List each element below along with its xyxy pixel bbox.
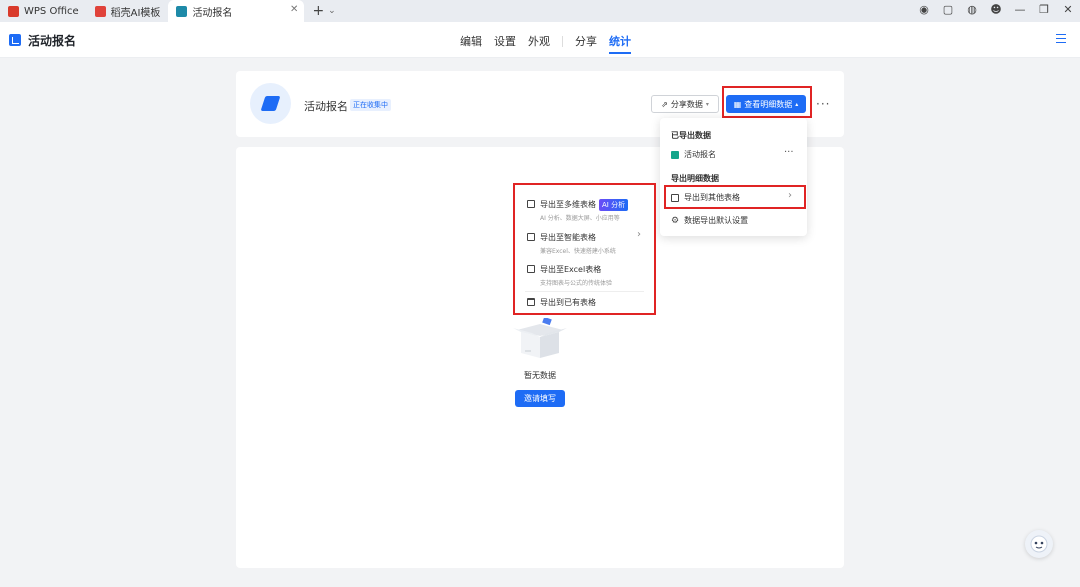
exported-item[interactable]: 活动报名 [671, 149, 716, 160]
empty-box-icon [513, 318, 567, 358]
multi-table-icon [527, 200, 535, 208]
skin-icon[interactable]: ◍ [966, 3, 978, 16]
status-badge: 正在收集中 [350, 99, 391, 111]
share-data-button[interactable]: ⇗ 分享数据 ▾ [651, 95, 719, 113]
app-title: 活动报名 [28, 34, 77, 48]
ai-analysis-badge: AI 分析 [599, 199, 629, 211]
form-cover-icon [250, 83, 291, 124]
invite-fill-button[interactable]: 邀请填写 [515, 390, 565, 407]
tab-label: WPS Office [24, 5, 79, 17]
wps-logo-icon [8, 5, 19, 17]
export-default-settings-item[interactable]: ⚙ 数据导出默认设置 [671, 215, 748, 226]
excel-desc: 支持图表与公式的传统体验 [540, 280, 613, 287]
restore-icon[interactable]: ❐ [1038, 3, 1050, 16]
chevron-right-icon: › [637, 229, 641, 240]
multi-table-desc: AI 分析、数据大屏、小应用等 [540, 215, 620, 222]
highlight-box-view-details [722, 86, 812, 118]
empty-state-label: 暂无数据 [524, 371, 556, 380]
form-name: 活动报名 [304, 100, 348, 113]
more-options-icon[interactable]: ··· [816, 97, 830, 111]
nav-stats[interactable]: 统计 [609, 33, 631, 54]
gear-icon: ⚙ [671, 215, 680, 226]
item-more-icon[interactable]: ··· [784, 147, 794, 158]
nav-edit[interactable]: 编辑 [460, 33, 482, 49]
share-icon: ⇗ [661, 99, 668, 109]
folder-icon [527, 298, 535, 306]
minimize-icon[interactable]: — [1014, 3, 1026, 16]
details-dropdown-menu: 已导出数据 活动报名 ··· 导出明细数据 导出到其他表格 › ⚙ 数据导出默认… [660, 118, 807, 236]
highlight-box-export-other [664, 185, 806, 209]
robot-face-icon [1030, 535, 1048, 553]
window-close-icon[interactable]: ✕ [1062, 3, 1074, 16]
tab-overview-icon[interactable]: ▢ [942, 3, 954, 16]
excel-icon [527, 265, 535, 273]
export-excel-item[interactable]: 导出至Excel表格 [540, 264, 601, 275]
docer-logo-icon [94, 5, 106, 17]
ai-assistant-icon[interactable]: ◉ [918, 3, 930, 16]
user-avatar-icon[interactable]: ☻ [990, 3, 1002, 16]
submenu-divider [525, 291, 644, 292]
nav-appearance[interactable]: 外观 [528, 33, 550, 49]
nav-settings[interactable]: 设置 [494, 33, 516, 49]
top-nav: 编辑 设置 外观 分享 统计 [460, 33, 643, 54]
export-multi-table-item[interactable]: 导出至多维表格 [540, 199, 596, 210]
tab-label: 稻壳AI模板 [110, 7, 161, 19]
export-submenu: 导出至多维表格 AI 分析 AI 分析、数据大屏、小应用等 导出至智能表格 › … [513, 183, 656, 315]
form-logo-icon [9, 34, 21, 46]
export-section-title: 导出明细数据 [671, 174, 719, 183]
smart-table-desc: 兼容Excel、快速搭建小系统 [540, 248, 616, 255]
add-tab-icon[interactable]: + [312, 3, 324, 19]
default-settings-label: 数据导出默认设置 [684, 216, 749, 225]
exported-item-label: 活动报名 [684, 150, 716, 159]
chevron-down-icon: ▾ [705, 100, 709, 108]
export-existing-table-item[interactable]: 导出到已有表格 [540, 297, 596, 308]
tab-label: 活动报名 [192, 7, 233, 19]
chevron-down-icon[interactable]: ⌄ [328, 6, 336, 16]
share-data-label: 分享数据 [670, 99, 703, 109]
tab-event-registration[interactable]: 活动报名 ✕ [168, 0, 305, 22]
hamburger-menu-icon[interactable] [1056, 34, 1066, 43]
exported-section-title: 已导出数据 [671, 131, 711, 140]
sheet-icon [671, 150, 679, 159]
smart-table-icon [527, 233, 535, 241]
app-header: 活动报名 编辑 设置 外观 分享 统计 [0, 22, 1080, 58]
help-assistant-icon[interactable] [1025, 530, 1053, 558]
nav-divider [562, 35, 563, 47]
browser-tab-bar: WPS Office 稻壳AI模板 活动报名 ✕ + ⌄ ◉ ▢ ◍ ☻ — ❐… [0, 0, 1080, 22]
export-smart-table-item[interactable]: 导出至智能表格 [540, 232, 596, 243]
form-app-icon [176, 5, 188, 17]
tab-wps-office[interactable]: WPS Office [0, 0, 87, 22]
close-icon[interactable]: ✕ [290, 4, 298, 15]
window-controls: ◉ ▢ ◍ ☻ — ❐ ✕ [918, 3, 1074, 16]
nav-share[interactable]: 分享 [575, 33, 597, 49]
tab-ai-template[interactable]: 稻壳AI模板 [87, 0, 169, 22]
